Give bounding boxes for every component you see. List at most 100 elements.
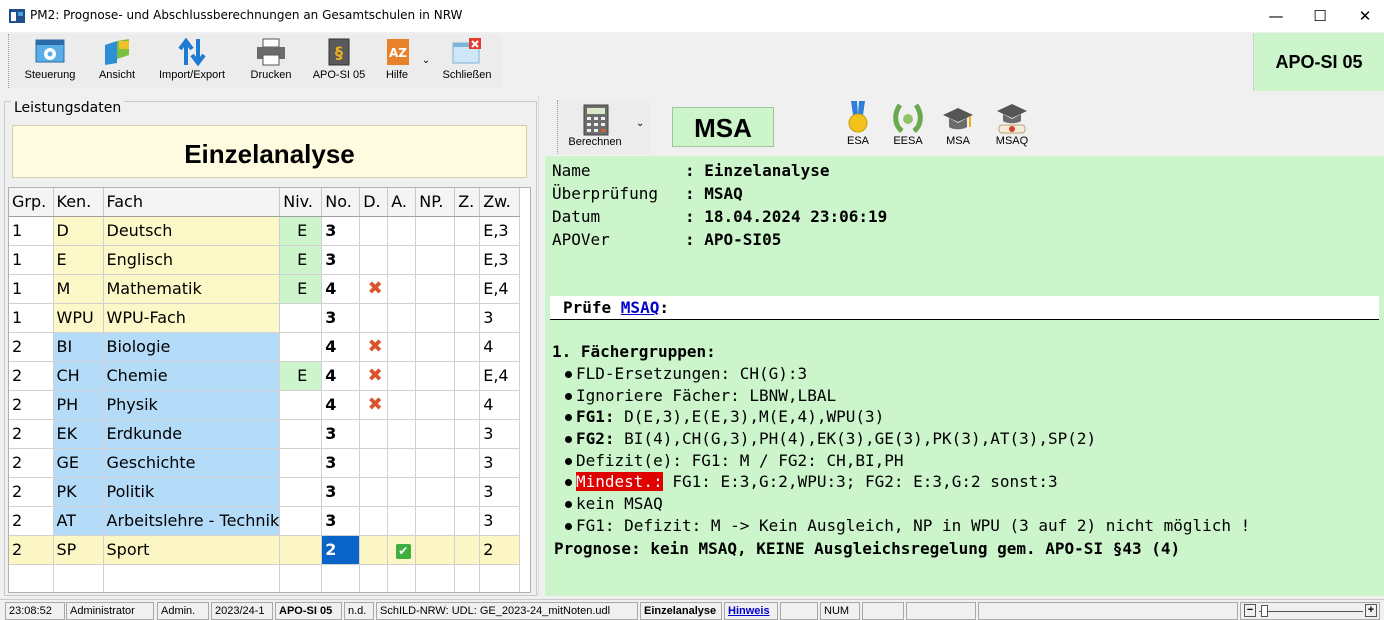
cell-z[interactable] [454, 274, 481, 304]
cell-np[interactable] [415, 419, 456, 449]
cell-niv[interactable]: E [279, 245, 323, 275]
cell-z[interactable] [454, 361, 481, 391]
cell-zw[interactable]: 4 [479, 332, 521, 362]
cell-niv[interactable] [279, 506, 323, 536]
cell-a[interactable] [387, 332, 417, 362]
cell-np[interactable] [415, 506, 456, 536]
cell-a[interactable] [387, 390, 417, 420]
cell-ken[interactable]: E [53, 245, 104, 275]
cell-fach[interactable]: Physik [103, 390, 281, 420]
cell-no[interactable]: 4 [321, 390, 361, 420]
checkbox-checked-icon[interactable]: ✔ [395, 544, 411, 559]
apo-si-button[interactable]: § APO-SI 05 [309, 34, 369, 88]
cell-niv[interactable] [279, 535, 323, 565]
column-header-no[interactable]: No. [321, 188, 361, 217]
cell-a[interactable] [387, 216, 417, 246]
cell-no[interactable]: 3 [321, 303, 361, 333]
zoom-in-button[interactable]: + [1365, 604, 1377, 617]
cell-no[interactable]: 3 [321, 419, 361, 449]
cell-zw[interactable]: 3 [479, 419, 521, 449]
cell-niv[interactable] [279, 390, 323, 420]
cell-grp[interactable]: 1 [9, 245, 54, 275]
table-row[interactable]: 2 GE Geschichte 3 3 [9, 448, 521, 478]
drucken-button[interactable]: Drucken [241, 34, 301, 88]
cell-a[interactable] [387, 448, 417, 478]
cell-np[interactable] [415, 361, 456, 391]
cell-no[interactable]: 4 [321, 274, 361, 304]
cell-fach[interactable]: Arbeitslehre - Technik [103, 506, 281, 536]
cell-d[interactable] [359, 448, 389, 478]
cell-grp[interactable]: 2 [9, 448, 54, 478]
zoom-slider-track[interactable] [1259, 611, 1363, 612]
cell-ken[interactable]: D [53, 216, 104, 246]
hilfe-button[interactable]: AZ Hilfe [375, 34, 419, 88]
cell-a[interactable] [387, 245, 417, 275]
cell-d[interactable]: ✖ [359, 274, 389, 304]
cell-no[interactable]: 3 [321, 477, 361, 507]
cell-zw[interactable]: 2 [479, 535, 521, 565]
cell-a[interactable]: ✔ [387, 535, 417, 565]
cell-zw[interactable]: E,4 [479, 361, 521, 391]
cell-np[interactable] [415, 332, 456, 362]
table-row[interactable]: 2 CH Chemie E 4 ✖ E,4 [9, 361, 521, 391]
column-header-ken[interactable]: Ken. [53, 188, 104, 217]
cell-d[interactable] [359, 216, 389, 246]
cell-fach[interactable]: Mathematik [103, 274, 281, 304]
cell-ken[interactable]: M [53, 274, 104, 304]
cell-z[interactable] [454, 216, 481, 246]
maximize-button[interactable]: ☐ [1297, 0, 1343, 32]
cell-niv[interactable]: E [279, 361, 323, 391]
cell-fach[interactable]: Deutsch [103, 216, 281, 246]
cell-grp[interactable]: 2 [9, 390, 54, 420]
cell-no[interactable]: 4 [321, 332, 361, 362]
cell-d[interactable]: ✖ [359, 361, 389, 391]
table-row[interactable]: 2 EK Erdkunde 3 3 [9, 419, 521, 449]
close-window-button[interactable]: ✕ [1342, 0, 1384, 32]
cell-grp[interactable]: 2 [9, 477, 54, 507]
cell-grp[interactable]: 2 [9, 332, 54, 362]
cell-ken[interactable]: GE [53, 448, 104, 478]
cell-z[interactable] [454, 506, 481, 536]
cell-zw[interactable]: 3 [479, 506, 521, 536]
award-msa[interactable]: MSA [938, 101, 978, 147]
table-row[interactable]: 2 SP Sport 2 ✔ 2 [9, 535, 521, 565]
cell-d[interactable] [359, 477, 389, 507]
column-header-d[interactable]: D. [359, 188, 389, 217]
cell-ken[interactable]: EK [53, 419, 104, 449]
ansicht-button[interactable]: Ansicht [91, 34, 143, 88]
cell-zw[interactable]: 4 [479, 390, 521, 420]
cell-zw[interactable]: 3 [479, 303, 521, 333]
cell-d[interactable]: ✖ [359, 332, 389, 362]
cell-np[interactable] [415, 535, 456, 565]
msaq-link[interactable]: MSAQ [621, 298, 660, 317]
cell-fach[interactable]: Geschichte [103, 448, 281, 478]
cell-fach[interactable]: Chemie [103, 361, 281, 391]
cell-np[interactable] [415, 216, 456, 246]
cell-d[interactable] [359, 245, 389, 275]
cell-niv[interactable] [279, 477, 323, 507]
award-esa[interactable]: ESA [838, 101, 878, 147]
cell-zw[interactable]: E,3 [479, 216, 521, 246]
zoom-out-button[interactable]: − [1244, 604, 1256, 617]
cell-fach[interactable]: WPU-Fach [103, 303, 281, 333]
cell-ken[interactable]: CH [53, 361, 104, 391]
import-export-button[interactable]: Import/Export [152, 34, 232, 88]
cell-ken[interactable]: SP [53, 535, 104, 565]
cell-no[interactable]: 4 [321, 361, 361, 391]
cell-z[interactable] [454, 419, 481, 449]
zoom-slider-thumb[interactable] [1261, 605, 1268, 617]
cell-fach[interactable]: Englisch [103, 245, 281, 275]
cell-grp[interactable]: 2 [9, 361, 54, 391]
panel-splitter[interactable] [538, 96, 544, 596]
chevron-down-icon[interactable]: ⌄ [636, 118, 644, 129]
cell-fach[interactable]: Biologie [103, 332, 281, 362]
cell-zw[interactable]: 3 [479, 448, 521, 478]
cell-no[interactable]: 3 [321, 506, 361, 536]
steuerung-button[interactable]: Steuerung [17, 34, 83, 88]
cell-z[interactable] [454, 535, 481, 565]
cell-z[interactable] [454, 390, 481, 420]
cell-a[interactable] [387, 361, 417, 391]
cell-zw[interactable]: E,3 [479, 245, 521, 275]
cell-a[interactable] [387, 419, 417, 449]
cell-grp[interactable]: 1 [9, 274, 54, 304]
